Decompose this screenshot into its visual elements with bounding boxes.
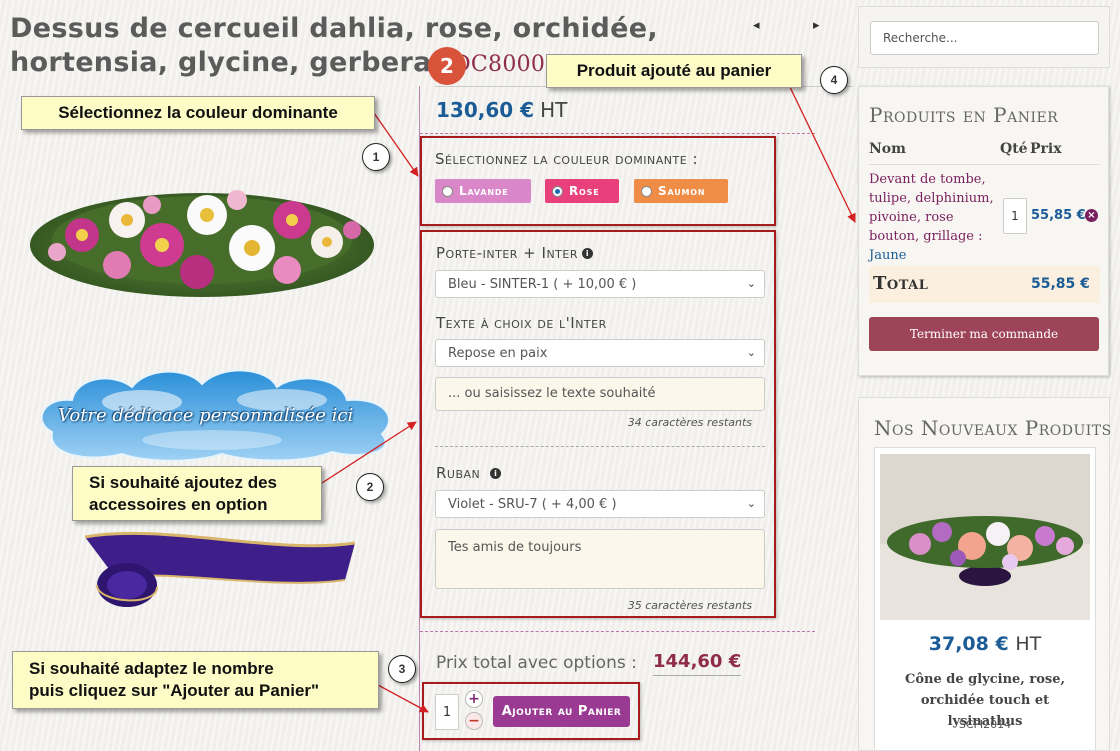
new-product-image[interactable] bbox=[880, 454, 1090, 620]
step-number-4: 4 bbox=[820, 66, 848, 94]
cart-col-price: Prix bbox=[1030, 141, 1062, 157]
cart-header-divider bbox=[869, 164, 1100, 165]
cart-item-qty[interactable]: 1 bbox=[1003, 198, 1027, 234]
cart-item-price: 55,85 € bbox=[1031, 208, 1086, 223]
cart-col-qty: Qté bbox=[1000, 141, 1028, 157]
callout-step-3: Si souhaité adaptez le nombre puis cliqu… bbox=[12, 651, 379, 709]
callout-step-3-line2: puis cliquez sur "Ajouter au Panier" bbox=[29, 681, 320, 700]
new-product-price: 37,08 € HT bbox=[874, 633, 1096, 655]
new-products-title: Nos Nouveaux Produits bbox=[874, 416, 1112, 440]
step-number-2: 2 bbox=[356, 473, 384, 501]
callout-step-1: Sélectionnez la couleur dominante bbox=[21, 96, 375, 130]
callout-step-4: Produit ajouté au panier bbox=[546, 54, 802, 88]
new-product-sku: SCFI2014 bbox=[958, 718, 1012, 731]
cart-col-name: Nom bbox=[869, 141, 906, 157]
cart-item-name[interactable]: Devant de tombe, tulipe, delphinium, piv… bbox=[869, 170, 997, 265]
step-number-3: 3 bbox=[388, 655, 416, 683]
new-product-price-value: 37,08 € bbox=[928, 633, 1009, 655]
cart-title: Produits en Panier bbox=[869, 103, 1059, 127]
callout-step-2-line1: Si souhaité ajoutez des bbox=[89, 473, 277, 492]
step-number-1: 1 bbox=[362, 143, 390, 171]
remove-item-icon[interactable]: × bbox=[1085, 209, 1098, 222]
callout-step-2: Si souhaité ajoutez des accessoires en o… bbox=[72, 466, 322, 521]
checkout-button[interactable]: Terminer ma commande bbox=[869, 317, 1099, 351]
callout-step-2-line2: accessoires en option bbox=[89, 495, 268, 514]
cart-item-name-text: Devant de tombe, tulipe, delphinium, piv… bbox=[869, 172, 994, 244]
new-product-price-unit: HT bbox=[1015, 633, 1042, 655]
cart-total-label: Total bbox=[873, 273, 929, 294]
cart-total-value: 55,85 € bbox=[1031, 276, 1090, 292]
callout-step-3-line1: Si souhaité adaptez le nombre bbox=[29, 659, 274, 678]
cart-item-variant: Jaune bbox=[869, 248, 907, 263]
search-input[interactable]: Recherche... bbox=[870, 21, 1099, 55]
